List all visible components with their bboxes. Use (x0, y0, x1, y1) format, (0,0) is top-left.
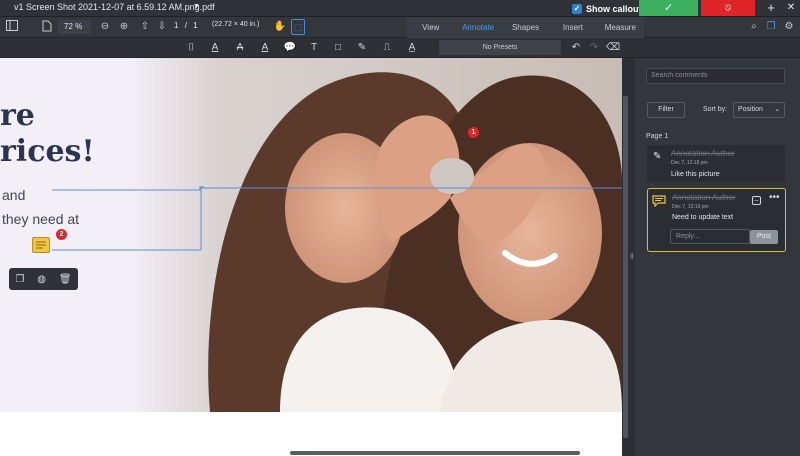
page-navigation: 1 / 1 (174, 21, 198, 30)
close-window-button[interactable]: ✕ (784, 0, 798, 16)
annotation-marker-1[interactable]: 1 (468, 127, 479, 138)
tab-measure[interactable]: Measure (597, 17, 644, 38)
title-bar: v1 Screen Shot 2021-12-07 at 6.59.12 AM.… (0, 0, 800, 17)
document-title[interactable]: v1 Screen Shot 2021-12-07 at 6.59.12 AM.… (14, 2, 215, 12)
total-pages: 1 (193, 21, 198, 30)
annotation-marker-2[interactable]: 2 (56, 229, 67, 240)
accept-button[interactable]: ✓ (639, 0, 698, 16)
more-options-icon[interactable]: ••• (769, 192, 780, 203)
style-palette-icon[interactable]: ◍ (37, 274, 46, 285)
comment-text: Need to update text (672, 214, 734, 221)
page-down-icon[interactable]: ⇩ (155, 20, 169, 34)
page-size-label: (22.72 × 40 in.) (212, 21, 260, 28)
chevron-down-icon: ⌄ (774, 106, 780, 113)
mode-tabs: View Annotate Shapes Insert Measure (407, 17, 644, 38)
undo-icon[interactable]: ↶ (569, 41, 583, 55)
highlight-icon[interactable]: A (258, 41, 272, 55)
select-tool-icon[interactable]: ⬚ (291, 19, 305, 35)
comments-panel-icon[interactable]: ❐ (764, 20, 778, 34)
vertical-scroll-thumb[interactable] (623, 96, 628, 438)
tab-insert[interactable]: Insert (549, 17, 596, 38)
show-callouts-label: Show callouts (586, 3, 647, 14)
redo-icon[interactable]: ↷ (587, 41, 601, 55)
current-page-input[interactable]: 1 (174, 21, 178, 30)
reply-input[interactable]: Reply... (670, 229, 750, 244)
new-tab-button[interactable]: + (764, 0, 778, 16)
pen-icon[interactable]: ✎ (355, 41, 369, 55)
sort-by-label: Sort by: (703, 106, 728, 113)
zoom-out-icon[interactable]: ⊖ (98, 20, 112, 34)
post-button[interactable]: Post (750, 230, 778, 244)
strikeout-icon[interactable]: A (233, 41, 247, 55)
comment-icon[interactable]: 💬 (283, 41, 297, 55)
collapse-icon[interactable]: – (752, 196, 761, 205)
page-bottom-margin (0, 412, 622, 456)
zoom-select[interactable]: 72 % (58, 20, 91, 34)
annotation-popup-toolbar: ❐ ◍ 🗑 (9, 268, 78, 290)
note-comment-icon (652, 194, 666, 208)
signature-icon[interactable]: A̲ (405, 41, 419, 55)
sticky-note-icon[interactable] (32, 237, 50, 253)
presets-dropdown[interactable]: No Presets (439, 40, 561, 55)
splitter-grip-icon[interactable]: ‖ (630, 252, 633, 261)
delete-trash-icon[interactable]: 🗑 (59, 274, 72, 285)
reject-button[interactable]: ⦸ (701, 0, 755, 16)
comment-card-1[interactable]: ✎ Annotation Author Dec 7, 12:18 pm Like… (647, 145, 785, 182)
comment-reply-icon[interactable]: ❐ (15, 274, 24, 285)
filter-button[interactable]: Filter (647, 102, 685, 118)
sort-select[interactable]: Position ⌄ (733, 102, 785, 118)
pan-hand-icon[interactable]: ✋ (273, 20, 287, 34)
tab-view[interactable]: View (407, 17, 454, 38)
free-text-icon[interactable]: T (307, 41, 321, 55)
pencil-icon: ✎ (653, 151, 662, 162)
page-up-icon[interactable]: ⇧ (138, 20, 152, 34)
comment-text: Like this picture (671, 171, 720, 178)
comment-date: Dec 7, 12:18 pm (671, 160, 708, 166)
underline-icon[interactable]: A (208, 41, 222, 55)
show-callouts-toggle[interactable]: ✓ Show callouts (572, 2, 647, 15)
comment-author: Annotation Author (672, 193, 736, 202)
tab-shapes[interactable]: Shapes (502, 17, 549, 38)
horizontal-scroll-thumb[interactable] (290, 451, 580, 455)
tab-annotate[interactable]: Annotate (454, 17, 501, 38)
rectangle-icon[interactable]: □ (331, 41, 345, 55)
document-icon[interactable] (40, 20, 54, 34)
zoom-in-icon[interactable]: ⊕ (117, 20, 131, 34)
annotation-toolbar: ⌷ A A A 💬 T □ ✎ ⎍ A̲ No Presets ↶ ↷ ⌫ (0, 38, 800, 58)
comment-author: Annotation Author (671, 149, 735, 158)
search-icon[interactable]: ⌕ (747, 20, 761, 34)
title-dropdown-icon[interactable]: ▼ (193, 3, 200, 10)
search-comments-input[interactable]: Search comments (646, 68, 785, 84)
text-select-icon[interactable]: ⌷ (184, 41, 198, 55)
comment-date: Dec 7, 12:19 pm (672, 204, 709, 210)
sidebar-toggle-icon[interactable] (5, 20, 19, 34)
comments-page-label: Page 1 (646, 133, 669, 140)
callouts-checkbox[interactable]: ✓ (572, 3, 582, 14)
eraser-icon[interactable]: ⌫ (606, 41, 620, 55)
settings-gear-icon[interactable]: ⚙ (782, 20, 796, 34)
stamp-icon[interactable]: ⎍ (380, 41, 394, 55)
main-toolbar: 72 % ⊖ ⊕ ⇧ ⇩ 1 / 1 (22.72 × 40 in.) ✋ ⬚ … (0, 17, 800, 38)
